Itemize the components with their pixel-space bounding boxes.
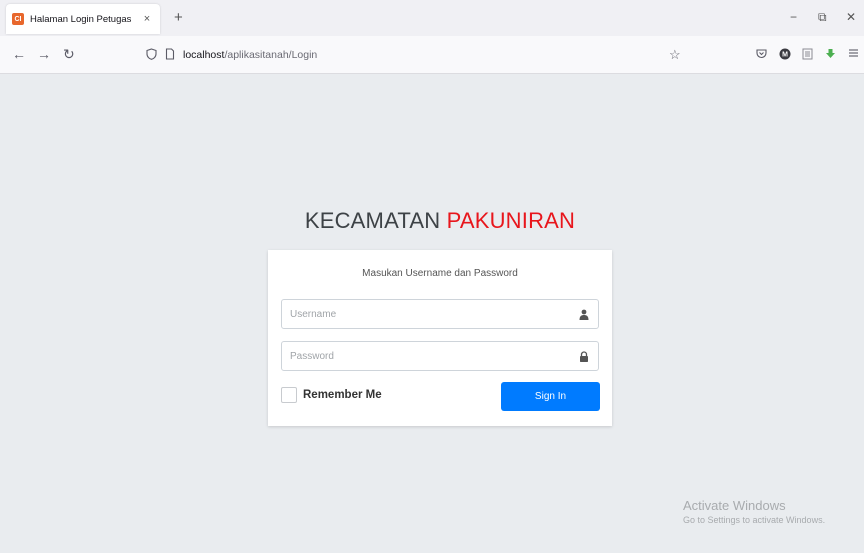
login-card: Masukan Username dan Password Remember M… [268,250,612,426]
navigation-bar: ← → ↻ localhost/aplikasitanah/Login ☆ M [0,36,864,74]
password-field[interactable] [281,341,599,371]
site-favicon-icon: CI [12,13,24,25]
username-input[interactable] [290,308,578,320]
pocket-icon[interactable] [756,48,767,62]
star-icon[interactable]: ☆ [669,47,681,63]
page-icon[interactable] [165,47,175,63]
url-text: localhost/aplikasitanah/Login [183,49,317,61]
menu-icon[interactable] [848,48,859,61]
brand-accent: PAKUNIRAN [446,208,576,233]
new-tab-button[interactable]: + [174,9,183,26]
close-window-button[interactable]: ✕ [846,10,856,24]
watermark-title: Activate Windows [683,498,786,513]
username-field[interactable] [281,299,599,329]
account-icon[interactable]: M [779,48,791,63]
remember-me-checkbox[interactable] [281,387,297,403]
user-icon [578,308,590,320]
remember-me[interactable]: Remember Me [281,387,382,403]
shield-icon[interactable] [146,47,157,63]
page-title: KECAMATAN PAKUNIRAN [268,208,612,234]
address-bar[interactable]: localhost/aplikasitanah/Login [140,41,692,69]
tab-close-icon[interactable]: × [140,13,154,25]
download-icon[interactable] [825,48,836,63]
brand-main: KECAMATAN [304,208,441,233]
sign-in-button[interactable]: Sign In [501,382,600,411]
watermark-subtitle: Go to Settings to activate Windows. [683,515,826,525]
lock-icon [578,350,590,362]
forward-button[interactable]: → [37,46,51,62]
login-message: Masukan Username dan Password [362,268,518,279]
activate-windows-watermark: Activate Windows Go to Settings to activ… [683,498,825,525]
reload-button[interactable]: ↻ [63,46,75,63]
reader-icon[interactable] [802,48,813,63]
svg-text:M: M [782,52,788,59]
remember-me-label: Remember Me [303,389,382,401]
password-input[interactable] [290,350,578,362]
url-path: /aplikasitanah/Login [224,49,318,61]
tab-bar: CI Halaman Login Petugas × + − ⧉ ✕ [0,0,864,36]
minimize-button[interactable]: − [790,10,797,24]
back-button[interactable]: ← [12,46,26,62]
url-host: localhost [183,49,225,61]
tab-title: Halaman Login Petugas [30,13,132,25]
browser-tab[interactable]: CI Halaman Login Petugas × [6,4,160,34]
restore-button[interactable]: ⧉ [818,10,827,25]
